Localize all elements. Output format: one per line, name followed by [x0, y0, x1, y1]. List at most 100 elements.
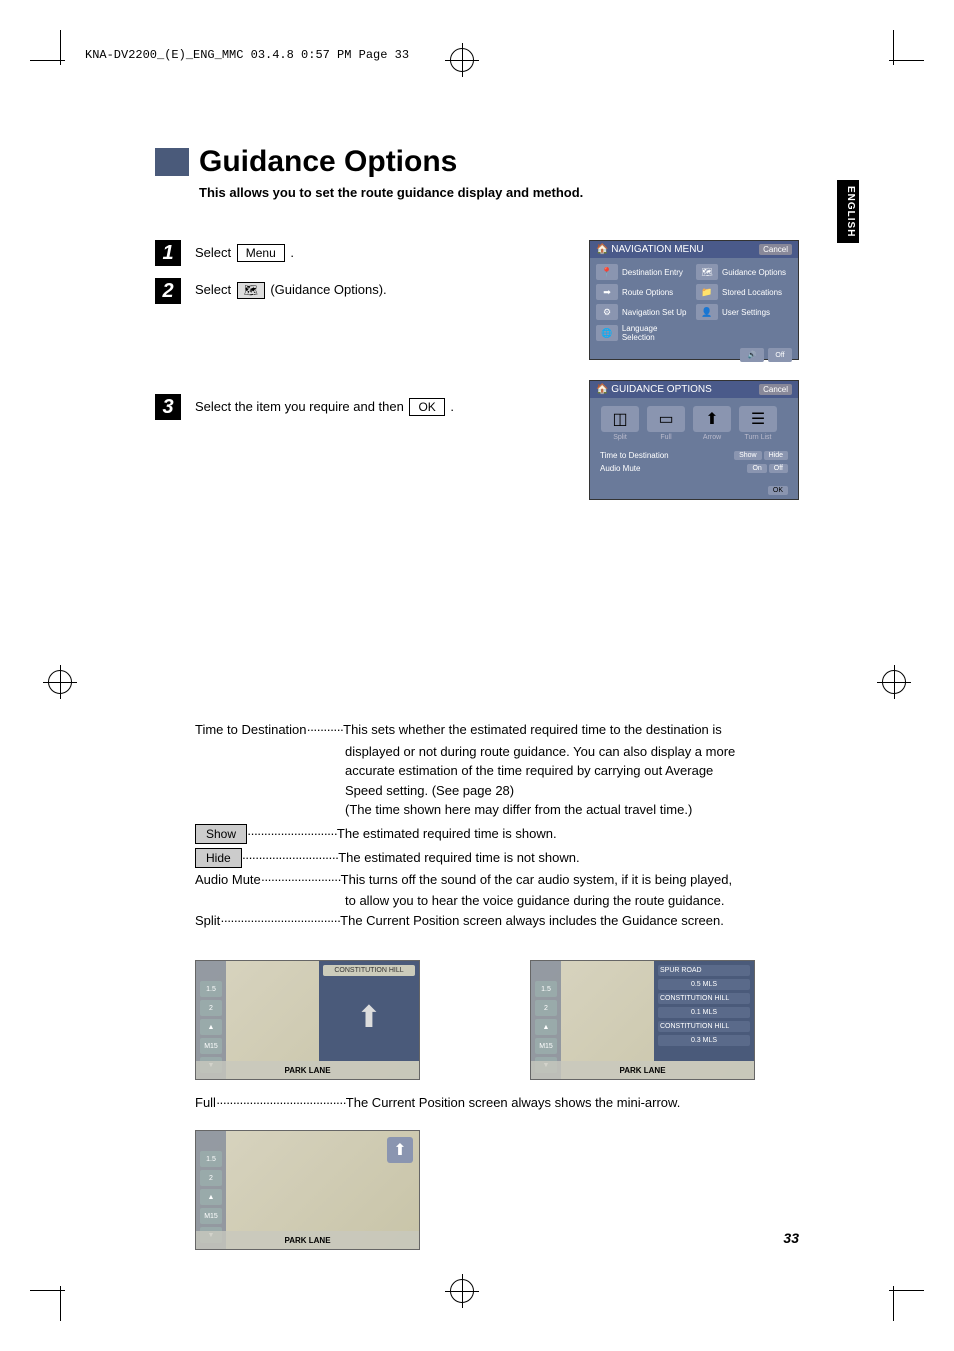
split-label: Split	[195, 911, 220, 931]
guidance-ttd-row: Time to Destination ShowHide	[590, 449, 798, 462]
registration-mark	[48, 670, 72, 694]
crop-mark	[60, 30, 61, 65]
registration-mark	[450, 48, 474, 72]
mute-label: Audio Mute	[195, 870, 261, 890]
nav-vol-button: 🔊	[740, 348, 764, 362]
split-map-guidance: 1.5 2 ▲ M15 ▼ CONSTITUTION HILL ⬆ PARK L…	[195, 960, 420, 1080]
nav-item-language: 🌐Language Selection	[596, 324, 692, 342]
dots: ························	[261, 870, 341, 890]
map-scale-1: 1.5	[200, 981, 222, 997]
hide-text: The estimated required time is not shown…	[338, 848, 579, 868]
map-road-name: PARK LANE	[196, 1231, 419, 1249]
ttd-text-4: Speed setting. (See page 28)	[195, 781, 799, 801]
map-up-icon: ▲	[535, 1019, 557, 1035]
mute-text-1: This turns off the sound of the car audi…	[341, 870, 732, 890]
mute-text-2: to allow you to hear the voice guidance …	[195, 891, 799, 911]
description-block: Time to Destination ··········· This set…	[195, 720, 799, 930]
turn-dist-2: 0.1 MLS	[658, 1007, 750, 1018]
turn-dist-3: 0.3 MLS	[658, 1035, 750, 1046]
guidance-title: 🏠 GUIDANCE OPTIONS	[596, 384, 712, 395]
step-1-text-post: .	[287, 245, 294, 260]
map-up-icon: ▲	[200, 1189, 222, 1205]
step-3-text-pre: Select the item you require and then	[195, 399, 407, 414]
guidance-arrow-icon: ⬆Arrow	[692, 406, 732, 441]
full-label: Full	[195, 1095, 216, 1110]
navigation-menu-screenshot: 🏠 NAVIGATION MENU Cancel 📍Destination En…	[589, 240, 799, 360]
nav-item-user: 👤User Settings	[696, 304, 792, 320]
map-scale-2: 2	[200, 1000, 222, 1016]
map-destination: CONSTITUTION HILL	[323, 965, 415, 976]
show-label: Show	[195, 824, 247, 844]
registration-mark	[450, 1279, 474, 1303]
nav-item-guidance: 🗺Guidance Options	[696, 264, 792, 280]
dots: ·······································	[216, 1095, 346, 1110]
guidance-options-icon-ref: 🗺	[237, 282, 265, 299]
guidance-full-icon: ▭Full	[646, 406, 686, 441]
map-mway: M15	[535, 1038, 557, 1054]
map-scale-2: 2	[535, 1000, 557, 1016]
ttd-text-3: accurate estimation of the time required…	[195, 761, 799, 781]
ok-button-ref: OK	[409, 398, 444, 416]
full-map-screenshot: 1.5 2 ▲ M15 ▼ ⬆ PARK LANE	[195, 1130, 420, 1250]
map-scale-2: 2	[200, 1170, 222, 1186]
nav-item-route: ➡Route Options	[596, 284, 692, 300]
dots: ·····························	[242, 848, 339, 868]
guidance-ok-button: OK	[768, 486, 788, 495]
language-tab: ENGLISH	[837, 180, 859, 243]
show-text: The estimated required time is shown.	[337, 824, 557, 844]
crop-mark	[889, 1290, 924, 1291]
turn-item-1: SPUR ROAD	[658, 965, 750, 976]
ttd-label: Time to Destination	[195, 720, 307, 740]
page-subtitle: This allows you to set the route guidanc…	[199, 185, 799, 200]
ttd-text-1: This sets whether the estimated required…	[343, 720, 722, 740]
menu-button-ref: Menu	[237, 244, 285, 262]
mini-arrow-icon: ⬆	[387, 1137, 413, 1163]
ttd-text-5: (The time shown here may differ from the…	[195, 800, 799, 820]
nav-off-button: Off	[768, 348, 792, 362]
turn-dist-1: 0.5 MLS	[658, 979, 750, 990]
full-description: Full ···································…	[195, 1095, 799, 1110]
crop-mark	[60, 1286, 61, 1321]
page-content: ENGLISH Guidance Options This allows you…	[95, 95, 859, 1256]
ttd-text-2: displayed or not during route guidance. …	[195, 742, 799, 762]
guidance-options-screenshot: 🏠 GUIDANCE OPTIONS Cancel ◫Split ▭Full ⬆…	[589, 380, 799, 500]
nav-menu-title: 🏠 NAVIGATION MENU	[596, 244, 704, 255]
page-title: Guidance Options	[199, 145, 457, 179]
step-number-1: 1	[155, 240, 181, 266]
step-3-text-post: .	[447, 399, 454, 414]
dots: ···········	[307, 720, 344, 740]
title-row: Guidance Options	[155, 145, 799, 179]
map-mway: M15	[200, 1208, 222, 1224]
nav-item-destination: 📍Destination Entry	[596, 264, 692, 280]
guidance-cancel-button: Cancel	[759, 384, 792, 395]
map-scale-1: 1.5	[535, 981, 557, 997]
map-up-icon: ▲	[200, 1019, 222, 1035]
split-map-row: 1.5 2 ▲ M15 ▼ CONSTITUTION HILL ⬆ PARK L…	[195, 960, 799, 1080]
split-map-turnlist: 1.5 2 ▲ M15 ▼ SPUR ROAD 0.5 MLS CONSTITU…	[530, 960, 755, 1080]
crop-mark	[889, 60, 924, 61]
split-text: The Current Position screen always inclu…	[340, 911, 724, 931]
map-road-name: PARK LANE	[196, 1061, 419, 1079]
registration-mark	[882, 670, 906, 694]
step-2-text-post: (Guidance Options).	[267, 282, 387, 297]
step-2-text-pre: Select	[195, 282, 235, 297]
guidance-split-icon: ◫Split	[600, 406, 640, 441]
guidance-turnlist-icon: ☰Turn List	[738, 406, 778, 441]
nav-cancel-button: Cancel	[759, 244, 792, 255]
page-number: 33	[783, 1230, 799, 1246]
turn-item-2: CONSTITUTION HILL	[658, 993, 750, 1004]
turn-item-3: CONSTITUTION HILL	[658, 1021, 750, 1032]
crop-mark	[893, 1286, 894, 1321]
print-header: KNA-DV2200_(E)_ENG_MMC 03.4.8 0:57 PM Pa…	[85, 48, 409, 62]
step-number-2: 2	[155, 278, 181, 304]
map-guidance-arrow-icon: ⬆	[323, 978, 415, 1057]
hide-label: Hide	[195, 848, 242, 868]
title-decorator	[155, 148, 189, 176]
dots: ···························	[247, 824, 337, 844]
dots: ····································	[220, 911, 340, 931]
step-number-3: 3	[155, 394, 181, 420]
nav-item-stored: 📁Stored Locations	[696, 284, 792, 300]
full-text: The Current Position screen always shows…	[346, 1095, 681, 1110]
crop-mark	[893, 30, 894, 65]
nav-item-setup: ⚙Navigation Set Up	[596, 304, 692, 320]
